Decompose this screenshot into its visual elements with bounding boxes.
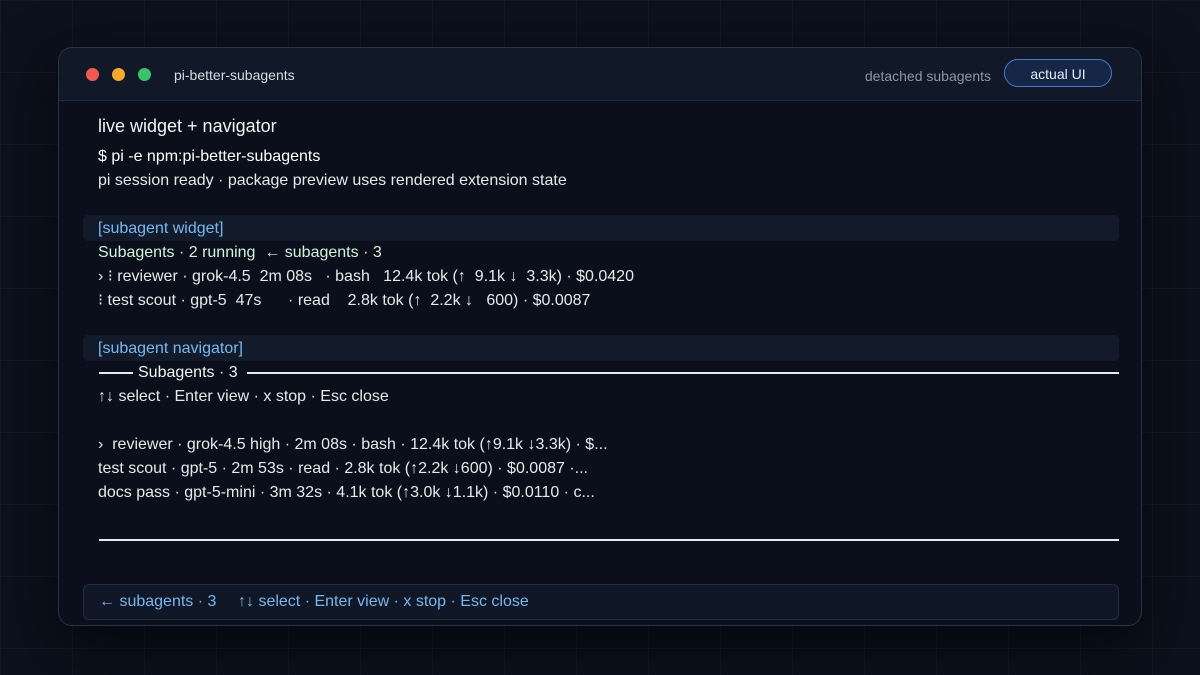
navigator-row-test-scout[interactable]: test scout · gpt-5 · 2m 53s · read · 2.8… [98,459,588,479]
subagent-navigator-tag: [subagent navigator] [98,340,243,357]
terminal-heading: live widget + navigator [98,116,277,136]
navigator-title: Subagents · 3 [138,364,238,381]
widget-row-reviewer[interactable]: › ⁝ reviewer · grok-4.5 2m 08s · bash 12… [98,267,634,287]
widget-section-band [83,215,1119,241]
window-title: pi-better-subagents [174,67,295,83]
close-window-button[interactable] [86,68,99,81]
session-status: pi session ready · package preview uses … [98,172,567,189]
actual-ui-badge[interactable]: actual UI [1004,59,1112,87]
rule-right [247,372,1119,374]
widget-row-test-scout[interactable]: ⁝ test scout · gpt-5 47s · read 2.8k tok… [98,291,590,311]
footer-keybind-hint: ↑↓ select · Enter view · x stop · Esc cl… [238,593,529,610]
title-bar: pi-better-subagents detached subagents a… [59,48,1141,101]
rule-left [99,372,133,374]
navigator-hint: ↑↓ select · Enter view · x stop · Esc cl… [98,388,389,405]
navigator-title-rule: Subagents · 3 [99,363,1119,383]
navigator-bottom-rule [99,539,1119,541]
widget-summary: Subagents · 2 running ← subagents · 3 [98,244,382,261]
subagent-widget-tag: [subagent widget] [98,220,224,237]
footer-subagents-count[interactable]: ← subagents · 3 [99,593,216,611]
navigator-row-docs-pass[interactable]: docs pass · gpt-5-mini · 3m 32s · 4.1k t… [98,483,595,503]
terminal-window: pi-better-subagents detached subagents a… [58,47,1142,626]
window-subtitle: detached subagents [864,68,991,84]
navigator-row-reviewer[interactable]: › reviewer · grok-4.5 high · 2m 08s · ba… [98,435,608,455]
minimize-window-button[interactable] [112,68,125,81]
maximize-window-button[interactable] [138,68,151,81]
command-line: $ pi -e npm:pi-better-subagents [98,148,321,165]
footer-bar: ← subagents · 3 ↑↓ select · Enter view ·… [83,584,1119,620]
